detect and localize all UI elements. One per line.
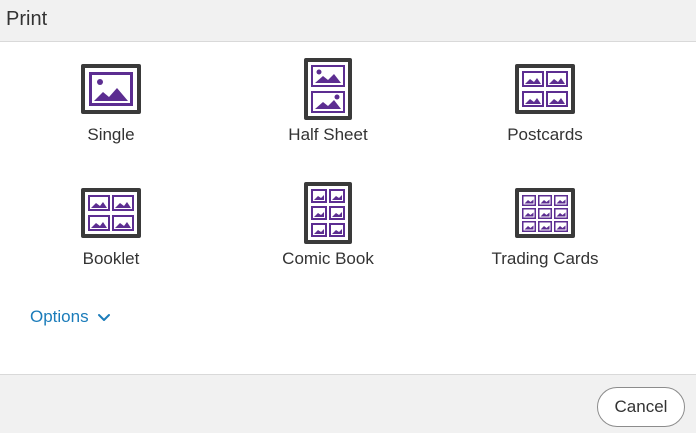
trading-cards-print-icon <box>515 182 575 244</box>
single-print-icon <box>81 58 141 120</box>
layout-option-booklet[interactable]: Booklet <box>51 182 171 272</box>
dialog-header: Print <box>0 0 696 42</box>
layout-label: Comic Book <box>282 249 374 268</box>
layout-option-comic-book[interactable]: Comic Book <box>268 182 388 272</box>
layout-option-postcards[interactable]: Postcards <box>485 58 605 148</box>
layout-label: Single <box>87 125 135 144</box>
booklet-print-icon <box>81 182 141 244</box>
options-toggle[interactable]: Options <box>30 306 111 328</box>
chevron-down-icon <box>97 313 110 321</box>
postcards-print-icon <box>515 58 575 120</box>
layout-label: Trading Cards <box>491 249 599 268</box>
dialog-title: Print <box>6 8 48 30</box>
layout-option-single[interactable]: Single <box>51 58 171 148</box>
layout-label: Half Sheet <box>288 125 368 144</box>
layout-option-half-sheet[interactable]: Half Sheet <box>268 58 388 148</box>
layout-label: Postcards <box>507 125 583 144</box>
print-dialog: Print Single Half Sheet Postcards Bookle… <box>0 0 696 433</box>
comic-book-print-icon <box>304 182 352 244</box>
options-label: Options <box>30 307 89 326</box>
layout-label: Booklet <box>82 249 140 268</box>
dialog-footer: Cancel <box>0 374 696 433</box>
cancel-button[interactable]: Cancel <box>597 387 685 427</box>
half-sheet-print-icon <box>304 58 352 120</box>
layout-option-trading-cards[interactable]: Trading Cards <box>485 182 605 272</box>
